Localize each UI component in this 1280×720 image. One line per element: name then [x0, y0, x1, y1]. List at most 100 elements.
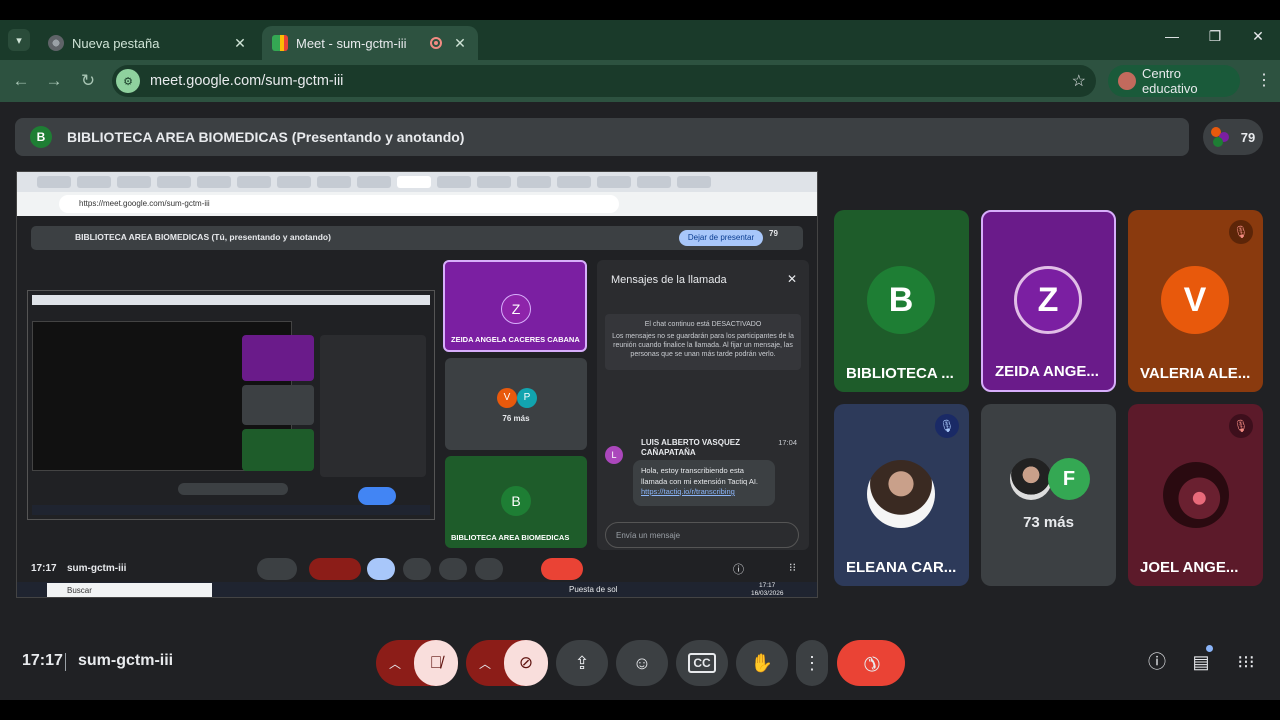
tab-meet[interactable]: Meet - sum-gctm-iii ✕: [262, 26, 478, 60]
shared-address-bar: https://meet.google.com/sum-gctm-iii: [17, 192, 817, 216]
back-icon[interactable]: ←: [10, 70, 32, 92]
camera-off-icon[interactable]: ⊘: [504, 640, 548, 686]
more-options-icon: ⋮: [803, 652, 821, 673]
shared-tile-name: BIBLIOTECA AREA BIOMEDICAS: [451, 533, 570, 542]
more-options-button[interactable]: ⋮: [796, 640, 828, 686]
shared-tile-more: V P 76 más: [445, 358, 587, 450]
shared-tile-biblioteca: B BIBLIOTECA AREA BIOMEDICAS: [445, 456, 587, 548]
presenter-banner: B BIBLIOTECA AREA BIOMEDICAS (Presentand…: [15, 118, 1189, 156]
raise-hand-icon: ✋: [750, 652, 774, 673]
chat-time: 17:04: [778, 438, 797, 447]
participant-name: ZEIDA ANGE...: [995, 363, 1099, 380]
profile-label: Centro educativo: [1141, 66, 1198, 96]
more-participants-tile[interactable]: F 73 más: [981, 404, 1116, 586]
more-participants-label: 73 más: [1023, 514, 1074, 531]
info-icon[interactable]: ⓘ: [1144, 649, 1170, 675]
participant-tile[interactable]: 🎙 JOEL ANGE...: [1128, 404, 1263, 586]
participant-avatar: F: [1048, 458, 1090, 500]
mic-control: ︿ 🎙̸: [376, 640, 458, 686]
participant-tile-speaking[interactable]: Z ZEIDA ANGE...: [981, 210, 1116, 392]
shared-avatar-p: P: [517, 388, 537, 408]
profile-button[interactable]: Centro educativo: [1108, 65, 1240, 97]
presenter-avatar: B: [30, 126, 52, 148]
chat-notice-title: El chat continuo está DESACTIVADO: [644, 321, 762, 328]
meeting-code: sum-gctm-iii: [78, 652, 174, 669]
shared-controls: 17:17 sum-gctm-iii ⓘ ⁝⁝: [17, 556, 817, 582]
shared-url: https://meet.google.com/sum-gctm-iii: [59, 195, 619, 213]
chat-title: Mensajes de la llamada: [611, 274, 727, 286]
close-tab-icon[interactable]: ✕: [452, 35, 468, 52]
close-window-icon[interactable]: ✕: [1238, 28, 1278, 45]
chat-close-icon: ✕: [786, 272, 797, 286]
tab-new-tab[interactable]: Nueva pestaña ✕: [38, 26, 258, 60]
raise-hand-button[interactable]: ✋: [736, 640, 788, 686]
participant-name: BIBLIOTECA ...: [846, 365, 954, 382]
meeting-toolbar: 17:17 sum-gctm-iii ︿ 🎙̸ ︿ ⊘ ⇪ ☺ CC ✋ ⋮ ✆…: [0, 600, 1280, 700]
chat-link: https://tactiq.io/r/transcribing: [641, 487, 735, 496]
participants-icon: [1210, 127, 1233, 147]
participants-button[interactable]: 79: [1203, 119, 1263, 155]
letterbox-bottom: [0, 700, 1280, 720]
forward-icon[interactable]: →: [43, 70, 65, 92]
end-call-button[interactable]: ✆: [837, 640, 905, 686]
taskbar-time: 17:17: [759, 582, 776, 589]
url-text: meet.google.com/sum-gctm-iii: [150, 73, 344, 89]
chat-icon[interactable]: ▤: [1188, 649, 1214, 675]
present-button[interactable]: ⇪: [556, 640, 608, 686]
mic-off-icon[interactable]: 🎙̸: [414, 640, 458, 686]
meet-icon: [272, 35, 288, 51]
captions-button[interactable]: CC: [676, 640, 728, 686]
participant-avatar: V: [1161, 266, 1229, 334]
taskbar-weather: Puesta de sol: [569, 585, 618, 594]
participant-photo: [1010, 458, 1052, 500]
browser-menu-icon[interactable]: ⋮: [1256, 70, 1272, 90]
bookmark-star-icon[interactable]: ☆: [1072, 71, 1086, 91]
browser-tab-bar: ▾ Nueva pestaña ✕ Meet - sum-gctm-iii ✕ …: [0, 20, 1280, 60]
shared-presenter-bar: BIBLIOTECA AREA BIOMEDICAS (Tú, presenta…: [31, 226, 803, 250]
tab-title: Meet - sum-gctm-iii: [296, 35, 407, 51]
shared-tile-name: ZEIDA ANGELA CACERES CABANA: [451, 335, 580, 344]
stop-presenting-button: Dejar de presentar: [679, 230, 763, 246]
chat-sender: LUIS ALBERTO VASQUEZ CAÑAPATAÑA: [641, 438, 740, 458]
mic-off-icon: 🎙: [935, 414, 959, 438]
participant-name: JOEL ANGE...: [1140, 559, 1239, 576]
site-info-icon[interactable]: ⚙: [116, 69, 140, 93]
emoji-icon: ☺: [632, 652, 652, 673]
mic-off-icon: 🎙: [1229, 220, 1253, 244]
mic-options-chevron-icon[interactable]: ︿: [376, 655, 414, 672]
tab-search-dropdown-icon[interactable]: ▾: [8, 29, 30, 51]
shared-participant-count: 79: [769, 229, 778, 238]
camera-control: ︿ ⊘: [466, 640, 548, 686]
participant-tile[interactable]: 🎙 V VALERIA ALE...: [1128, 210, 1263, 392]
shared-avatar-b: B: [501, 486, 531, 516]
activities-icon[interactable]: ⁝⁝⁝: [1233, 649, 1259, 675]
recording-icon: [430, 37, 442, 49]
participant-count: 79: [1240, 129, 1256, 145]
participant-name: ELEANA CAR...: [846, 559, 957, 576]
close-tab-icon[interactable]: ✕: [232, 35, 248, 52]
nested-screen: [27, 290, 435, 520]
camera-options-chevron-icon[interactable]: ︿: [466, 655, 504, 672]
chat-notice: El chat continuo está DESACTIVADO Los me…: [605, 314, 801, 370]
minimize-icon[interactable]: —: [1152, 28, 1192, 44]
shared-apps-icon: ⁝⁝: [789, 562, 796, 574]
emoji-button[interactable]: ☺: [616, 640, 668, 686]
separator: [65, 653, 66, 671]
meet-stage: B BIBLIOTECA AREA BIOMEDICAS (Presentand…: [0, 102, 1280, 700]
shared-screen: https://meet.google.com/sum-gctm-iii BIB…: [16, 171, 818, 598]
shared-code: sum-gctm-iii: [67, 563, 127, 574]
participant-tile[interactable]: 🎙 ELEANA CAR...: [834, 404, 969, 586]
shared-info-icon: ⓘ: [733, 564, 744, 576]
restore-icon[interactable]: ❐: [1195, 28, 1235, 45]
mic-off-icon: 🎙: [1229, 414, 1253, 438]
shared-presenter-title: BIBLIOTECA AREA BIOMEDICAS (Tú, presenta…: [75, 232, 331, 242]
taskbar-search: Buscar: [47, 583, 212, 597]
address-bar[interactable]: ⚙ meet.google.com/sum-gctm-iii ☆: [112, 65, 1096, 97]
profile-avatar: [1118, 72, 1136, 90]
shared-avatar-z: Z: [501, 294, 531, 324]
shared-time: 17:17: [31, 563, 57, 574]
reload-icon[interactable]: ↻: [77, 70, 99, 92]
participant-tile[interactable]: B BIBLIOTECA ...: [834, 210, 969, 392]
participant-name: VALERIA ALE...: [1140, 365, 1251, 382]
shared-tile-zeida: Z ZEIDA ANGELA CACERES CABANA: [443, 260, 587, 352]
